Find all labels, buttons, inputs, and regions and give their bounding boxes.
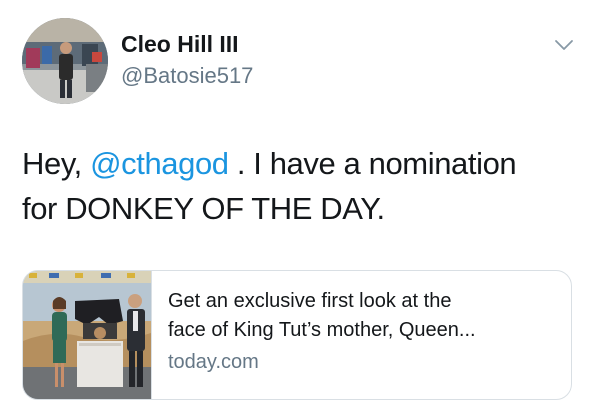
tweet-text-line-1: Hey, @cthagod . I have a nomination — [22, 141, 577, 186]
user-handle[interactable]: @Batosie517 — [121, 63, 253, 89]
tweet-text-line-2: for DONKEY OF THE DAY. — [22, 191, 385, 226]
display-name[interactable]: Cleo Hill III — [121, 31, 239, 58]
avatar-photo — [22, 18, 108, 104]
tweet-text: Hey, @cthagod . I have a nomination for … — [22, 141, 577, 231]
tweet-text-prefix: Hey, — [22, 146, 91, 181]
card-domain: today.com — [168, 351, 259, 373]
avatar[interactable] — [22, 18, 108, 104]
card-title-line-2: face of King Tut’s mother, Queen... — [168, 319, 476, 341]
card-title-line-1: Get an exclusive first look at the — [168, 290, 452, 312]
card-title[interactable]: Get an exclusive first look at the face … — [168, 287, 558, 345]
chevron-down-icon[interactable] — [554, 38, 574, 52]
tweet-text-line1-suffix: . I have a nomination — [228, 146, 517, 181]
link-card[interactable]: Get an exclusive first look at the face … — [22, 270, 572, 400]
card-thumbnail — [23, 271, 152, 399]
tweet: Cleo Hill III @Batosie517 Hey, @cthagod … — [0, 0, 592, 408]
mention-link[interactable]: @cthagod — [90, 146, 229, 181]
